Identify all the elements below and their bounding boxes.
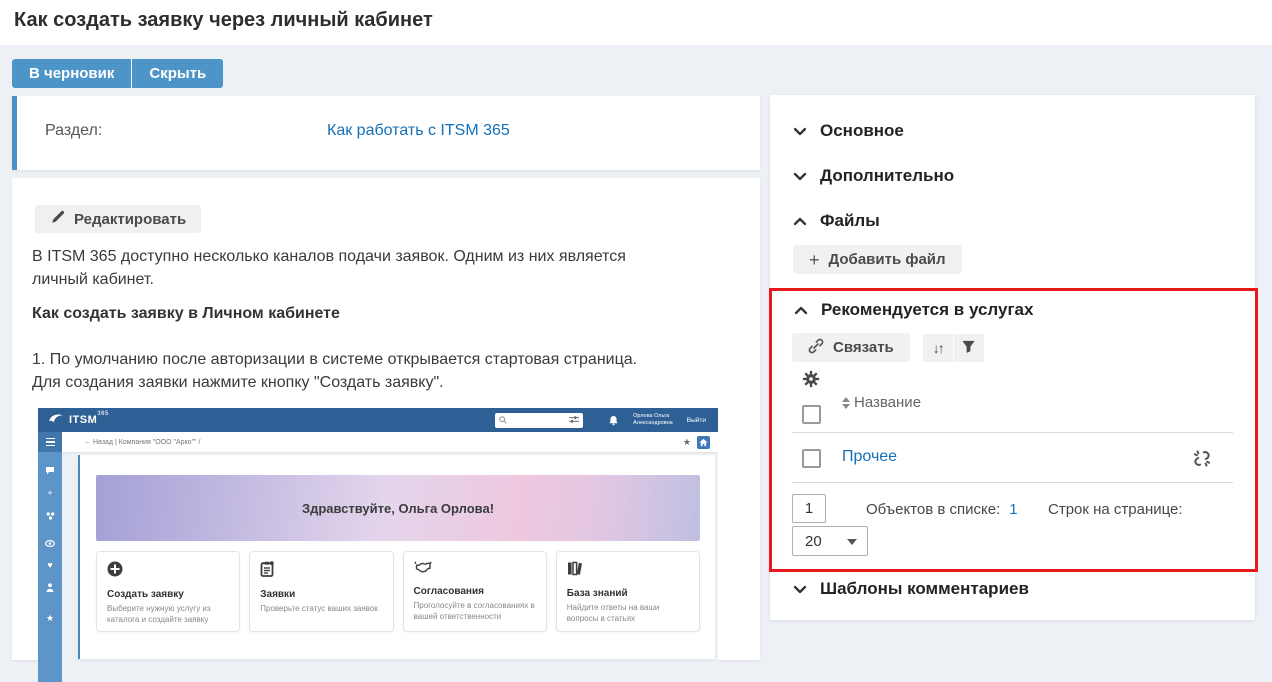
pencil-icon bbox=[50, 210, 65, 229]
plus-circle-icon bbox=[107, 564, 123, 581]
tile-approvals: Согласования Проголосуйте в согласования… bbox=[403, 551, 547, 632]
link-icon bbox=[808, 338, 824, 358]
article-card: Редактировать В ITSM 365 доступно нескол… bbox=[12, 178, 760, 660]
edit-button-label: Редактировать bbox=[74, 211, 186, 228]
title-strip: Как создать заявку через личный кабинет bbox=[0, 0, 1272, 45]
clipboard-icon bbox=[260, 564, 274, 581]
table-settings-button[interactable] bbox=[802, 370, 820, 393]
services-icon: ♥ bbox=[47, 561, 52, 570]
section-header-comment-templates[interactable]: Шаблоны комментариев bbox=[793, 577, 1029, 601]
section-header-main[interactable]: Основное bbox=[793, 119, 904, 143]
divider bbox=[792, 482, 1233, 483]
eye-icon bbox=[45, 534, 55, 552]
filter-button[interactable] bbox=[954, 334, 984, 362]
itsm-logo-icon bbox=[48, 411, 64, 429]
section-link[interactable]: Как работать с ITSM 365 bbox=[327, 122, 510, 140]
section-card: Раздел: Как работать с ITSM 365 bbox=[12, 96, 760, 170]
screenshot-left-sidebar: + ♥ ★ bbox=[38, 432, 62, 682]
row-checkbox[interactable] bbox=[802, 449, 821, 468]
broken-link-icon bbox=[1192, 455, 1212, 472]
org-structure-icon bbox=[46, 507, 55, 525]
home-icon bbox=[697, 436, 710, 449]
screenshot-breadcrumb-bar: ← Назад | Компания "ООО "Арко"" / ★ bbox=[62, 432, 718, 452]
objects-in-list: Объектов в списке: 1 bbox=[866, 501, 1018, 518]
funnel-icon bbox=[961, 339, 976, 357]
plus-icon: + bbox=[809, 251, 820, 269]
menu-icon bbox=[38, 432, 62, 452]
section-header-files[interactable]: Файлы bbox=[793, 209, 880, 233]
add-file-button[interactable]: + Добавить файл bbox=[793, 245, 962, 274]
bell-icon bbox=[609, 415, 618, 426]
select-all-checkbox[interactable] bbox=[802, 405, 821, 424]
screenshot-logout-label: Выйти bbox=[687, 417, 706, 424]
article-paragraph-1: В ITSM 365 доступно несколько каналов по… bbox=[32, 245, 740, 291]
tile-knowledge-base: База знаний Найдите ответы на ваши вопро… bbox=[556, 551, 700, 632]
section-label: Раздел: bbox=[45, 122, 102, 140]
hide-button[interactable]: Скрыть bbox=[132, 59, 223, 88]
unlink-button[interactable] bbox=[1192, 449, 1212, 473]
article-paragraph-2: 1. По умолчанию после авторизации в сист… bbox=[32, 348, 740, 394]
books-icon bbox=[567, 563, 582, 580]
add-icon: + bbox=[47, 489, 52, 498]
sort-carets-icon bbox=[842, 397, 850, 409]
tile-requests: Заявки Проверьте статус ваших заявок bbox=[249, 551, 393, 632]
search-icon bbox=[499, 411, 507, 429]
chat-icon bbox=[45, 462, 55, 480]
chevron-down-icon bbox=[793, 121, 807, 141]
page-size-select[interactable]: 20 bbox=[792, 526, 868, 556]
article-screenshot-image: ITSM365 Орлова Ольга Александровна Вы bbox=[38, 408, 718, 682]
section-header-recommended[interactable]: Рекомендуется в услугах bbox=[794, 298, 1033, 322]
page-number-input[interactable]: 1 bbox=[792, 494, 826, 523]
column-header-name[interactable]: Название bbox=[842, 394, 921, 411]
recommended-in-services-section: Рекомендуется в услугах Связать ↓↑ bbox=[769, 288, 1258, 572]
chevron-down-icon bbox=[793, 579, 807, 599]
link-service-button[interactable]: Связать bbox=[792, 333, 910, 362]
chevron-down-icon bbox=[793, 166, 807, 186]
edit-button[interactable]: Редактировать bbox=[35, 205, 201, 233]
screenshot-topbar: ITSM365 Орлова Ольга Александровна Вы bbox=[38, 408, 718, 432]
tile-create-request: Создать заявку Выберите нужную услугу из… bbox=[96, 551, 240, 632]
article-heading: Как создать заявку в Личном кабинете bbox=[32, 305, 740, 323]
screenshot-user-name: Орлова Ольга Александровна bbox=[633, 413, 673, 427]
star-icon: ★ bbox=[46, 614, 54, 623]
gear-icon bbox=[802, 375, 820, 392]
profile-icon bbox=[46, 579, 54, 597]
handshake-icon bbox=[414, 561, 432, 578]
chevron-down-icon bbox=[847, 539, 857, 545]
screenshot-search-input bbox=[495, 413, 583, 428]
screenshot-breadcrumb: ← Назад | Компания "ООО "Арко"" / bbox=[84, 439, 200, 446]
page-title: Как создать заявку через личный кабинет bbox=[0, 0, 1272, 41]
divider bbox=[792, 432, 1233, 433]
knowledge-article-page: Как создать заявку через личный кабинет … bbox=[0, 0, 1272, 682]
screenshot-content: Здравствуйте, Ольга Орлова! Создать заяв… bbox=[62, 452, 718, 682]
service-row-link[interactable]: Прочее bbox=[842, 448, 897, 466]
greeting-banner: Здравствуйте, Ольга Орлова! bbox=[96, 475, 700, 541]
brand-name: ITSM365 bbox=[69, 414, 109, 426]
sliders-icon bbox=[569, 411, 579, 429]
sort-button[interactable]: ↓↑ bbox=[923, 334, 953, 362]
objects-count-link[interactable]: 1 bbox=[1009, 501, 1017, 518]
chevron-up-icon bbox=[794, 300, 808, 320]
article-action-bar: В черновик Скрыть bbox=[12, 59, 223, 88]
section-header-additional[interactable]: Дополнительно bbox=[793, 164, 954, 188]
sort-arrows-icon: ↓↑ bbox=[933, 340, 943, 356]
favorite-star-icon: ★ bbox=[683, 438, 691, 447]
rows-per-page-label: Строк на странице: bbox=[1048, 501, 1183, 518]
chevron-up-icon bbox=[793, 211, 807, 231]
to-draft-button[interactable]: В черновик bbox=[12, 59, 131, 88]
properties-panel: Основное Дополнительно Файлы + Добавить … bbox=[770, 95, 1255, 620]
